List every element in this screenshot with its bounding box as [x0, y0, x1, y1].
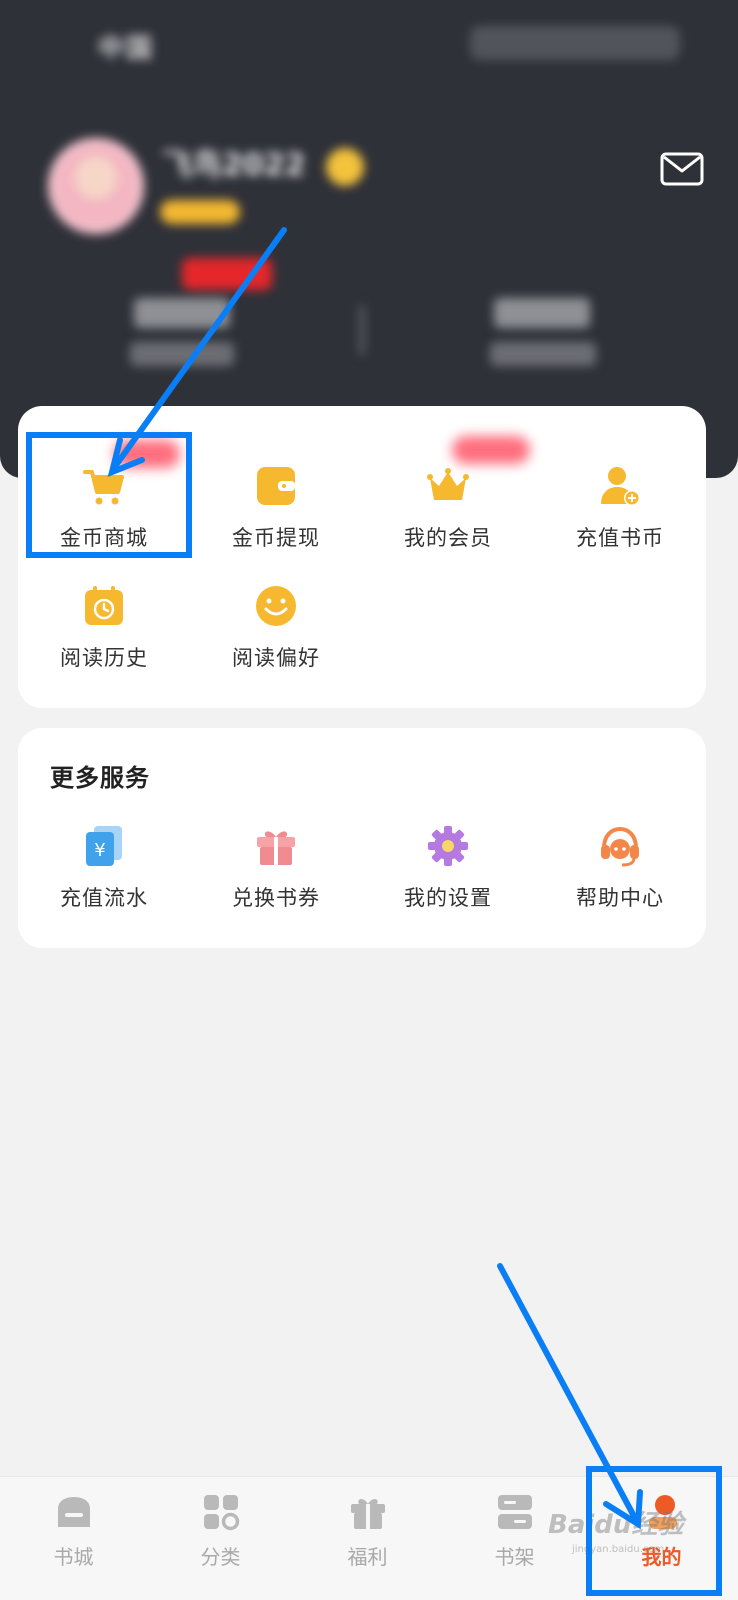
wallet-icon	[257, 467, 295, 505]
more-services-card: 更多服务 ¥ 充值流水 兑换书券 我的设置 帮助中心	[18, 728, 706, 948]
user-name[interactable]: 飞鸟2022	[162, 140, 330, 183]
status-bar-carrier: 中国	[98, 34, 155, 64]
vip-tag	[160, 200, 240, 224]
more-services-title: 更多服务	[50, 764, 150, 792]
grid-item-my-settings[interactable]: 我的设置	[362, 824, 534, 934]
level-badge-icon	[326, 148, 364, 186]
svg-text:¥: ¥	[94, 840, 105, 861]
nav-tab-bookstore[interactable]: 书城	[0, 1487, 147, 1587]
stat-label-coins	[130, 342, 234, 366]
gift-box-icon	[257, 831, 295, 865]
history-calendar-icon	[85, 586, 123, 625]
mail-icon[interactable]	[660, 152, 704, 186]
stat-value-balance[interactable]	[494, 298, 590, 328]
stat-value-coins[interactable]	[134, 298, 230, 328]
avatar[interactable]	[48, 138, 144, 234]
grid-item-label: 金币提现	[232, 526, 320, 550]
grid-item-coin-withdraw[interactable]: 金币提现	[190, 464, 362, 574]
notification-badge	[452, 436, 530, 464]
nav-tab-label: 福利	[347, 1545, 388, 1569]
yuan-bill-icon: ¥	[86, 826, 122, 866]
grid-item-label: 充值流水	[60, 886, 148, 910]
nav-tab-label: 分类	[200, 1545, 241, 1569]
grid-item-membership[interactable]: 我的会员	[362, 464, 534, 574]
grid-item-label: 兑换书券	[232, 886, 320, 910]
grid-item-label: 充值书币	[576, 526, 664, 550]
highlight-box-coin-mall	[26, 432, 192, 558]
bookstore-icon	[58, 1497, 90, 1527]
grid-item-label: 帮助中心	[576, 886, 664, 910]
nav-tab-welfare[interactable]: 福利	[294, 1487, 441, 1587]
stat-label-balance	[490, 342, 596, 366]
promo-tag[interactable]	[182, 258, 272, 290]
status-bar-indicators	[470, 26, 680, 60]
headset-icon	[601, 826, 639, 867]
stat-divider	[360, 305, 364, 355]
grid-item-redeem-voucher[interactable]: 兑换书券	[190, 824, 362, 934]
grid-item-label: 阅读偏好	[232, 646, 320, 670]
grid-item-recharge-records[interactable]: ¥ 充值流水	[18, 824, 190, 934]
grid-item-label: 我的设置	[404, 886, 492, 910]
highlight-box-mine-tab	[586, 1466, 722, 1596]
grid-item-label: 我的会员	[404, 526, 492, 550]
bookshelf-icon	[498, 1495, 532, 1529]
nav-tab-label: 书城	[53, 1545, 94, 1569]
settings-gear-icon	[428, 826, 468, 866]
grid-item-label: 阅读历史	[60, 646, 148, 670]
user-add-icon	[601, 467, 640, 506]
smile-icon	[256, 586, 296, 626]
grid-item-reading-preference[interactable]: 阅读偏好	[190, 584, 362, 694]
crown-icon	[427, 468, 469, 500]
nav-tab-category[interactable]: 分类	[147, 1487, 294, 1587]
grid-item-recharge[interactable]: 充值书币	[534, 464, 706, 574]
category-icon	[204, 1495, 240, 1531]
gift-icon	[351, 1499, 385, 1529]
grid-item-help-center[interactable]: 帮助中心	[534, 824, 706, 934]
grid-item-reading-history[interactable]: 阅读历史	[18, 584, 190, 694]
